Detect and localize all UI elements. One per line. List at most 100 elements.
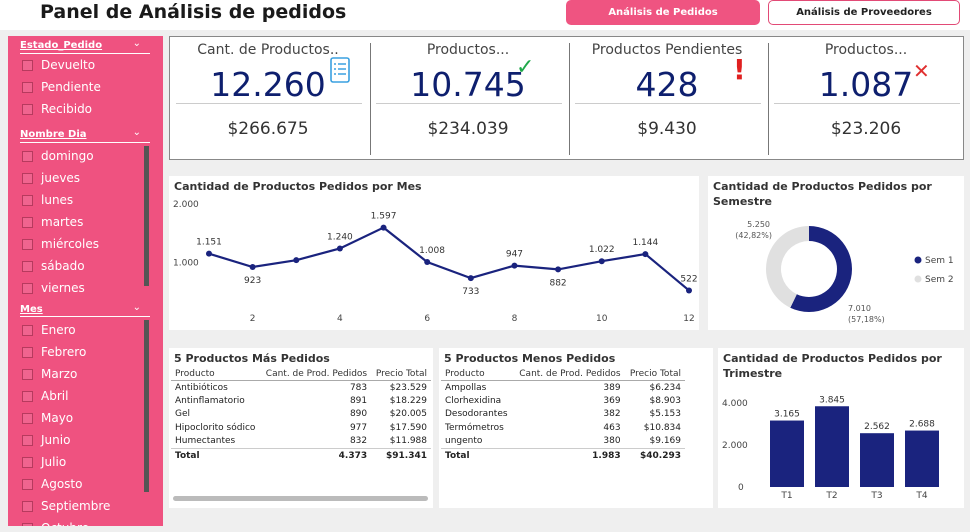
slicer-item[interactable]: miércoles — [22, 235, 99, 253]
slicer-item-label: Febrero — [41, 345, 87, 359]
kpi-card-devueltos: Productos... 1.087 ✕ $23.206 — [768, 37, 964, 159]
series-line — [208, 226, 690, 292]
chevron-down-icon[interactable]: ⌄ — [133, 302, 141, 313]
slicer-item[interactable]: Agosto — [22, 475, 82, 493]
slicer-item-label: domingo — [41, 149, 94, 163]
divider — [20, 142, 150, 143]
data-label: 947 — [506, 250, 523, 260]
checkbox[interactable] — [22, 346, 33, 358]
x-tick-label: T1 — [780, 491, 792, 501]
column-header[interactable]: Precio Total — [371, 368, 431, 381]
checkbox[interactable] — [22, 412, 33, 424]
table-row: ungento 380 $9.169 — [441, 435, 685, 449]
checkbox[interactable] — [22, 500, 33, 512]
table-cell: Antinflamatorio — [175, 395, 245, 406]
checkbox[interactable] — [22, 324, 33, 336]
table-cell: 891 — [349, 395, 368, 406]
slicer-item[interactable]: Febrero — [22, 343, 86, 361]
slicer-item[interactable]: Mayo — [22, 409, 73, 427]
checkbox[interactable] — [22, 172, 33, 184]
slicer-item-label: Abril — [41, 389, 69, 403]
column-header[interactable]: Cant. de Prod. Pedidos — [260, 368, 372, 381]
column-header[interactable]: Cant. de Prod. Pedidos — [513, 368, 625, 381]
kpi-card-recibidos: Productos... 10.745 ✓ $234.039 — [370, 37, 566, 159]
checkbox[interactable] — [22, 282, 33, 294]
slicer-item[interactable]: Recibido — [22, 100, 92, 118]
analisis-proveedores-button[interactable]: Análisis de Proveedores — [768, 0, 960, 25]
table-cell: $40.293 — [624, 447, 685, 463]
checkbox[interactable] — [22, 390, 33, 402]
slicer-item[interactable]: Enero — [22, 321, 76, 339]
checkbox[interactable] — [22, 59, 33, 71]
checkbox[interactable] — [22, 456, 33, 468]
divider — [575, 103, 761, 104]
table-cell: 783 — [349, 382, 368, 393]
slicer-item[interactable]: domingo — [22, 147, 94, 165]
slicer-item[interactable]: Junio — [22, 431, 70, 449]
data-label: 733 — [462, 287, 479, 297]
slicer-item-label: Enero — [41, 323, 76, 337]
data-point — [336, 245, 343, 252]
slicer-item[interactable]: lunes — [22, 191, 73, 209]
slicer-item-label: Recibido — [41, 102, 93, 116]
dia-scrollbar[interactable] — [144, 146, 149, 286]
slicer-item-label: Marzo — [41, 367, 78, 381]
bar — [815, 406, 849, 487]
table-cell: $11.988 — [389, 436, 427, 447]
column-header[interactable]: Producto — [441, 368, 514, 381]
x-tick-label: T4 — [915, 491, 927, 501]
check-icon: ✓ — [516, 55, 535, 80]
mes-slicer-title: Mes — [20, 304, 43, 315]
checkbox[interactable] — [22, 260, 33, 272]
kpi-card-total: Cant. de Productos.. 12.260 $266.675 — [170, 37, 366, 159]
slicer-item[interactable]: Abril — [22, 387, 68, 405]
data-label: (42,82%) — [735, 231, 772, 240]
column-header[interactable]: Producto — [171, 368, 261, 381]
checkbox[interactable] — [22, 194, 33, 206]
table-cell: $18.229 — [389, 395, 427, 406]
donut-chart[interactable]: 5.250 (42,82%) 7.010 (57,18%) Sem 1 Sem 2 — [708, 176, 964, 330]
kpi-label: Productos... — [824, 42, 908, 58]
cross-icon: ✕ — [913, 59, 930, 83]
x-tick-label: 4 — [337, 314, 343, 324]
slicer-item-label: Junio — [41, 433, 71, 447]
checkbox[interactable] — [22, 478, 33, 490]
checkbox[interactable] — [22, 522, 33, 526]
mes-scrollbar[interactable] — [144, 320, 149, 492]
y-tick-label: 0 — [738, 483, 744, 493]
slicer-item[interactable]: sábado — [22, 257, 85, 275]
bar-chart[interactable]: 4.000 2.000 0 3.165 T1 3.845 T2 2.562 T3 2.688 T4 — [718, 348, 964, 508]
slicer-item[interactable]: viernes — [22, 279, 85, 297]
table-cell: 977 — [349, 423, 368, 434]
column-header[interactable]: Precio Total — [624, 368, 685, 381]
analisis-pedidos-button[interactable]: Análisis de Pedidos — [566, 0, 760, 25]
checkbox[interactable] — [22, 81, 33, 93]
chevron-down-icon[interactable]: ⌄ — [133, 127, 141, 138]
checkbox[interactable] — [22, 216, 33, 228]
slicer-item[interactable]: Octubre — [22, 519, 89, 526]
chevron-down-icon[interactable]: ⌄ — [133, 38, 141, 49]
table-row: Clorhexidina 369 $8.903 — [441, 394, 685, 408]
checkbox[interactable] — [22, 103, 33, 115]
slicer-item[interactable]: Septiembre — [22, 497, 110, 515]
table-title: 5 Productos Más Pedidos — [174, 352, 330, 365]
slicer-item[interactable]: martes — [22, 213, 83, 231]
line-chart[interactable]: 2.000 1.000 2 4 6 8 10 12 1.151 923 1.240 1.597 1.00… — [169, 176, 699, 330]
data-label: 3.845 — [819, 395, 845, 405]
slicer-item[interactable]: Pendiente — [22, 78, 101, 96]
slicer-item[interactable]: Julio — [22, 453, 66, 471]
checkbox[interactable] — [22, 368, 33, 380]
slicer-item[interactable]: Marzo — [22, 365, 77, 383]
slicer-item-label: jueves — [41, 171, 81, 185]
data-label: 7.010 — [848, 304, 871, 313]
checkbox[interactable] — [22, 434, 33, 446]
checkbox[interactable] — [22, 150, 33, 162]
horizontal-scrollbar[interactable] — [173, 496, 428, 501]
data-label: 1.144 — [632, 238, 658, 248]
data-label: 1.008 — [419, 246, 445, 256]
slicer-item[interactable]: Devuelto — [22, 56, 95, 74]
checkbox[interactable] — [22, 238, 33, 250]
slicer-item[interactable]: jueves — [22, 169, 80, 187]
x-tick-label: T2 — [825, 491, 837, 501]
data-point — [511, 262, 518, 269]
